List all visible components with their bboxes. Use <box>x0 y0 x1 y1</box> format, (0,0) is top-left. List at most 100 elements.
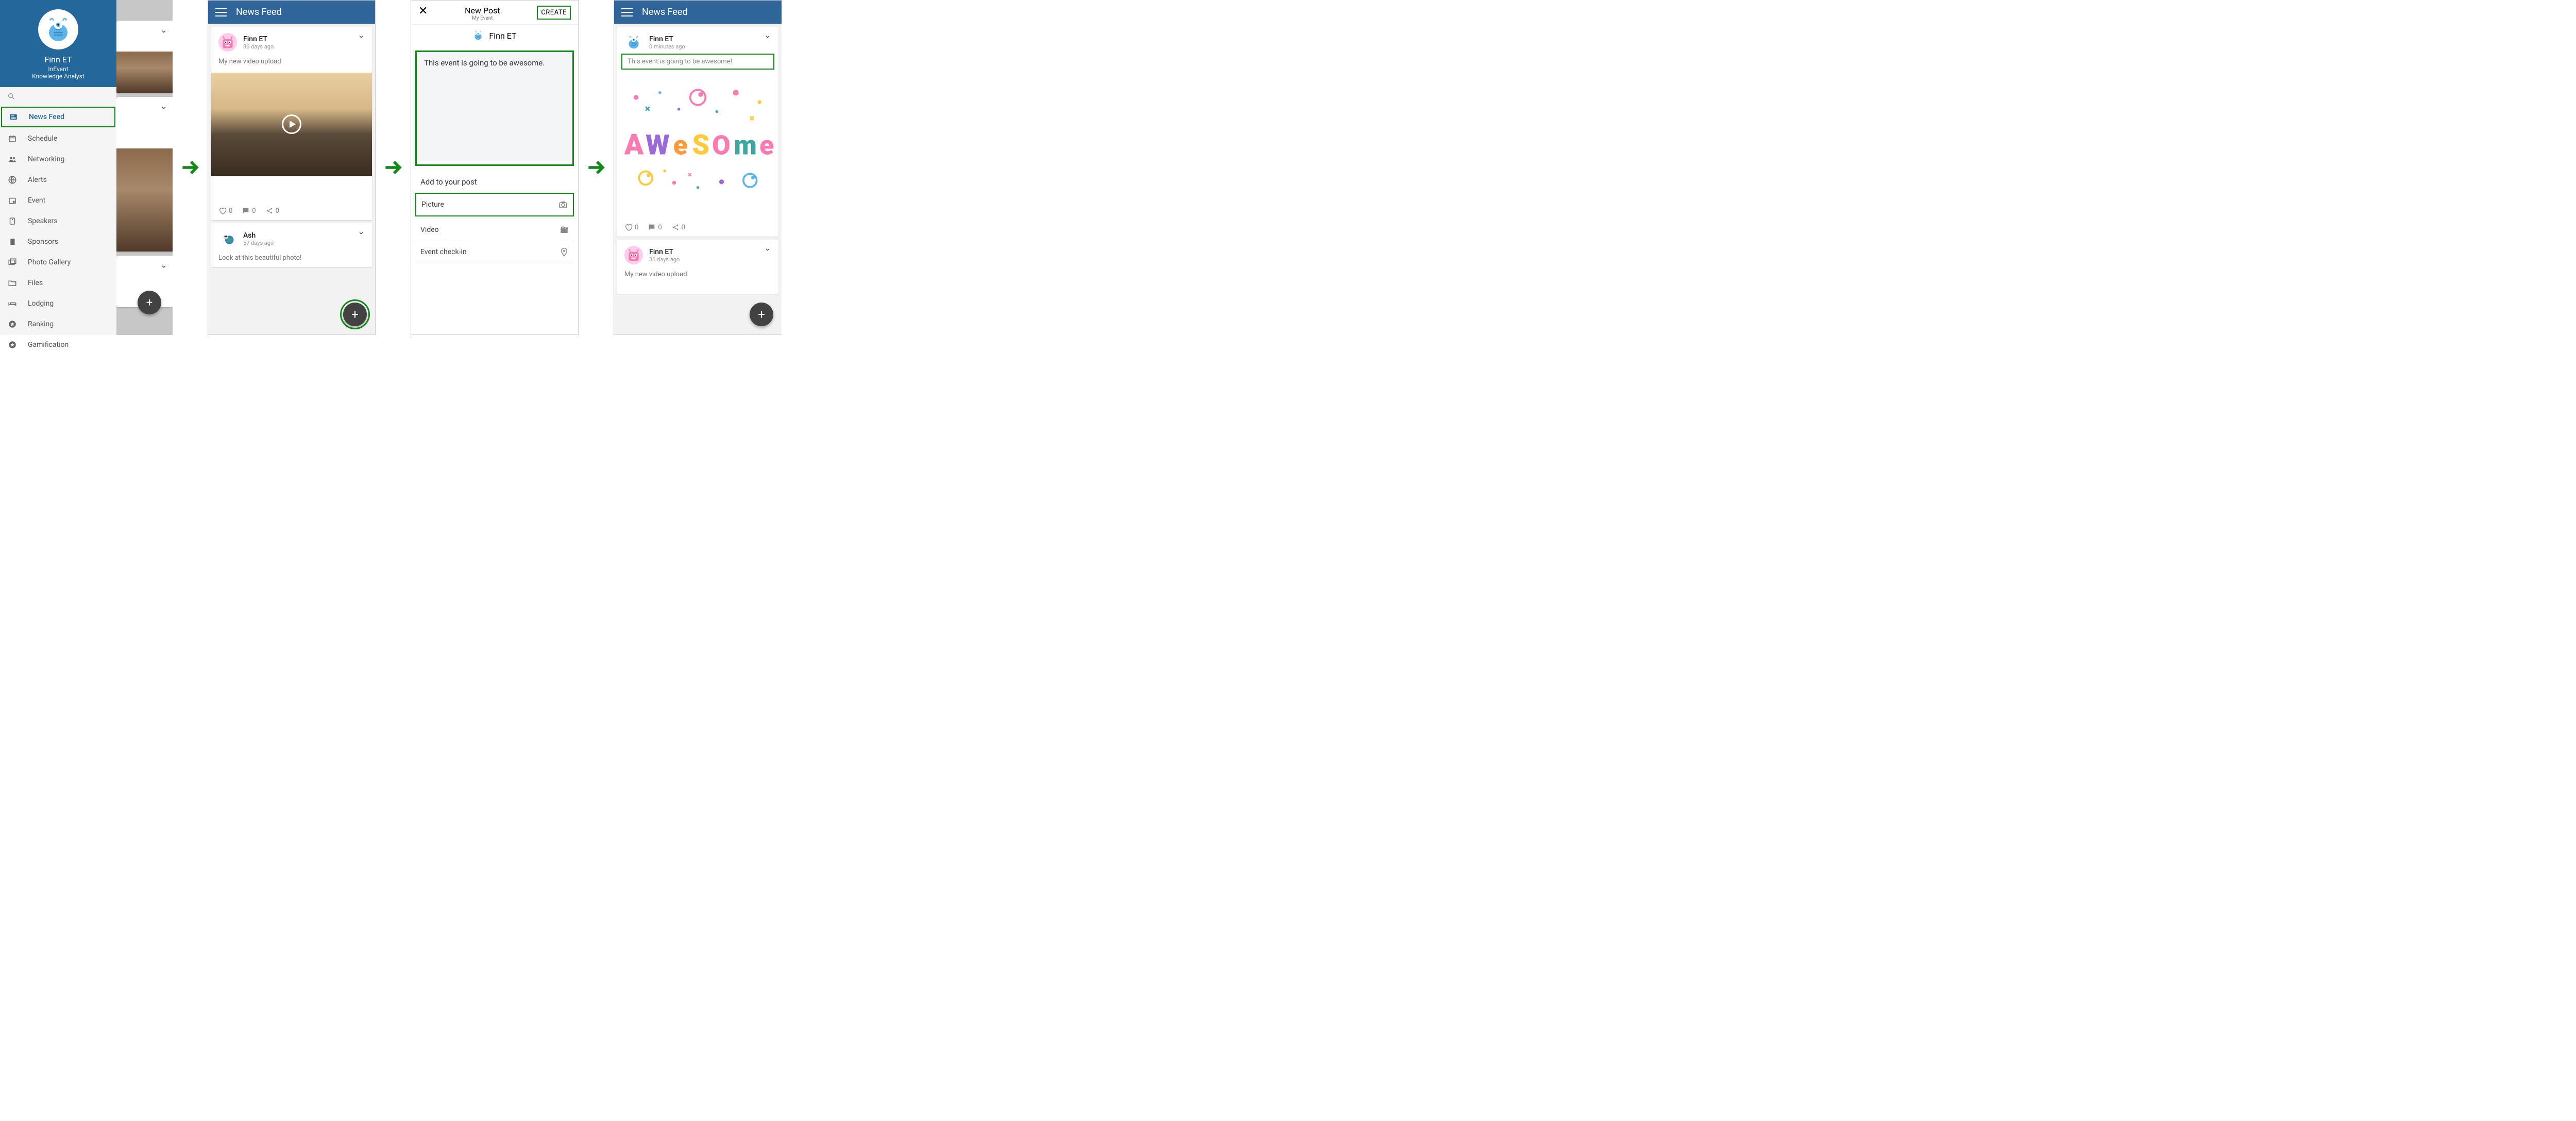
add-picture-option[interactable]: Picture <box>415 193 574 216</box>
result-feed-panel: News Feed Finn ET 0 minutes ago This eve… <box>614 0 782 335</box>
close-button[interactable]: ✕ <box>418 6 428 17</box>
svg-text:A: A <box>624 128 644 161</box>
post-textarea-wrap: This event is going to be awesome. <box>415 51 574 166</box>
chevron-down-icon[interactable] <box>358 33 365 40</box>
new-post-panel: ✕ New Post My Event CREATE Finn ET This … <box>411 0 579 335</box>
gallery-icon <box>7 257 18 267</box>
post-time: 36 days ago <box>243 43 274 50</box>
post-video[interactable] <box>211 73 372 176</box>
behind-content: + <box>116 0 173 335</box>
search-row[interactable] <box>0 87 116 106</box>
post-actions: 0 0 0 <box>624 223 771 231</box>
sidebar-item-photogallery[interactable]: Photo Gallery <box>0 252 116 273</box>
sidebar-item-label: Networking <box>28 155 64 163</box>
new-post-title: New Post <box>433 6 532 15</box>
chevron-down-icon[interactable] <box>358 229 365 237</box>
sidebar-item-label: News Feed <box>29 113 64 121</box>
post-user: Finn ET <box>243 35 274 43</box>
post-user: Finn ET <box>649 248 680 256</box>
feed: Finn ET 36 days ago My new video upload … <box>208 24 375 334</box>
sidebar-item-ranking[interactable]: Ranking <box>0 314 116 334</box>
sidebar-panel: Finn ET InEvent Knowledge Analyst News F… <box>0 0 173 335</box>
post-actions: 0 0 0 <box>218 207 365 215</box>
appbar: News Feed <box>208 1 375 24</box>
share-button[interactable]: 0 <box>671 223 685 231</box>
hamburger-icon[interactable] <box>621 8 633 16</box>
sidebar-item-label: Sponsors <box>28 238 58 246</box>
avatar[interactable] <box>218 229 237 248</box>
profile-role: Knowledge Analyst <box>5 73 111 80</box>
camera-icon <box>558 200 568 209</box>
new-post-header: ✕ New Post My Event CREATE <box>411 1 578 24</box>
heart-icon <box>624 223 633 231</box>
like-button[interactable]: 0 <box>624 223 638 231</box>
sidebar-item-alerts[interactable]: Alerts <box>0 170 116 190</box>
avatar[interactable] <box>624 246 643 264</box>
chevron-down-icon[interactable] <box>764 33 771 40</box>
bookmark-icon <box>7 237 18 247</box>
add-to-post-label: Add to your post <box>411 170 578 191</box>
svg-text:S: S <box>692 129 709 161</box>
post-image[interactable]: A W e S O m e <box>617 73 778 217</box>
speaker-icon <box>7 216 18 226</box>
sidebar: Finn ET InEvent Knowledge Analyst News F… <box>0 0 116 335</box>
sidebar-item-lodging[interactable]: Lodging <box>0 293 116 314</box>
svg-text:e: e <box>673 129 688 161</box>
add-checkin-option[interactable]: Event check-in <box>415 241 574 263</box>
post-body-highlight: This event is going to be awesome! <box>621 54 774 70</box>
comment-button[interactable]: 0 <box>242 207 256 215</box>
heart-icon <box>218 207 227 215</box>
sidebar-item-event[interactable]: Event <box>0 190 116 211</box>
share-icon <box>671 223 680 231</box>
post: Finn ET 0 minutes ago This event is goin… <box>617 27 778 237</box>
sidebar-item-sponsors[interactable]: Sponsors <box>0 231 116 252</box>
post: Finn ET 36 days ago My new video upload … <box>211 27 372 220</box>
star-icon <box>7 319 18 329</box>
fab-button[interactable]: + <box>138 291 161 314</box>
avatar[interactable] <box>218 33 237 52</box>
newsfeed-panel: News Feed Finn ET 36 days ago My new vid… <box>208 0 376 335</box>
avatar[interactable] <box>624 33 643 52</box>
sidebar-item-label: Schedule <box>28 135 57 143</box>
like-button[interactable]: 0 <box>218 207 232 215</box>
arrow-right-icon <box>376 0 411 335</box>
post-time: 0 minutes ago <box>649 43 685 50</box>
sidebar-item-label: Event <box>28 196 45 205</box>
people-icon <box>7 154 18 164</box>
create-button[interactable]: CREATE <box>537 6 571 20</box>
post-textarea[interactable]: This event is going to be awesome. <box>418 53 571 161</box>
chevron-down-icon <box>160 28 167 35</box>
sidebar-item-speakers[interactable]: Speakers <box>0 211 116 231</box>
fab-new-post[interactable]: + <box>750 303 773 326</box>
post: Ash 57 days ago Look at this beautiful p… <box>211 223 372 267</box>
new-post-subtitle: My Event <box>433 15 532 21</box>
fab-new-post[interactable]: + <box>343 303 367 326</box>
avatar-icon <box>472 30 484 41</box>
feed-icon <box>8 112 19 122</box>
star-icon <box>7 340 18 350</box>
sidebar-item-networking[interactable]: Networking <box>0 149 116 170</box>
share-button[interactable]: 0 <box>265 207 279 215</box>
hamburger-icon[interactable] <box>215 8 227 16</box>
profile-name: Finn ET <box>5 55 111 64</box>
sidebar-item-schedule[interactable]: Schedule <box>0 128 116 149</box>
play-icon <box>282 114 301 134</box>
chevron-down-icon <box>160 263 167 270</box>
sidebar-item-newsfeed[interactable]: News Feed <box>1 107 115 127</box>
post: Finn ET 36 days ago My new video upload <box>617 240 778 294</box>
arrow-right-icon <box>173 0 208 335</box>
share-icon <box>265 207 274 215</box>
sidebar-item-label: Lodging <box>28 299 54 308</box>
clapper-icon <box>560 225 569 235</box>
sidebar-item-files[interactable]: Files <box>0 273 116 293</box>
calendar-icon <box>7 133 18 144</box>
chevron-down-icon[interactable] <box>764 246 771 253</box>
comment-icon <box>648 223 656 231</box>
svg-text:O: O <box>712 129 731 161</box>
bed-icon <box>7 298 18 309</box>
sidebar-item-label: Speakers <box>28 217 58 225</box>
add-video-option[interactable]: Video <box>415 219 574 241</box>
comment-button[interactable]: 0 <box>648 223 662 231</box>
sidebar-item-gamification[interactable]: Gamification <box>0 334 116 355</box>
avatar[interactable] <box>38 9 78 49</box>
